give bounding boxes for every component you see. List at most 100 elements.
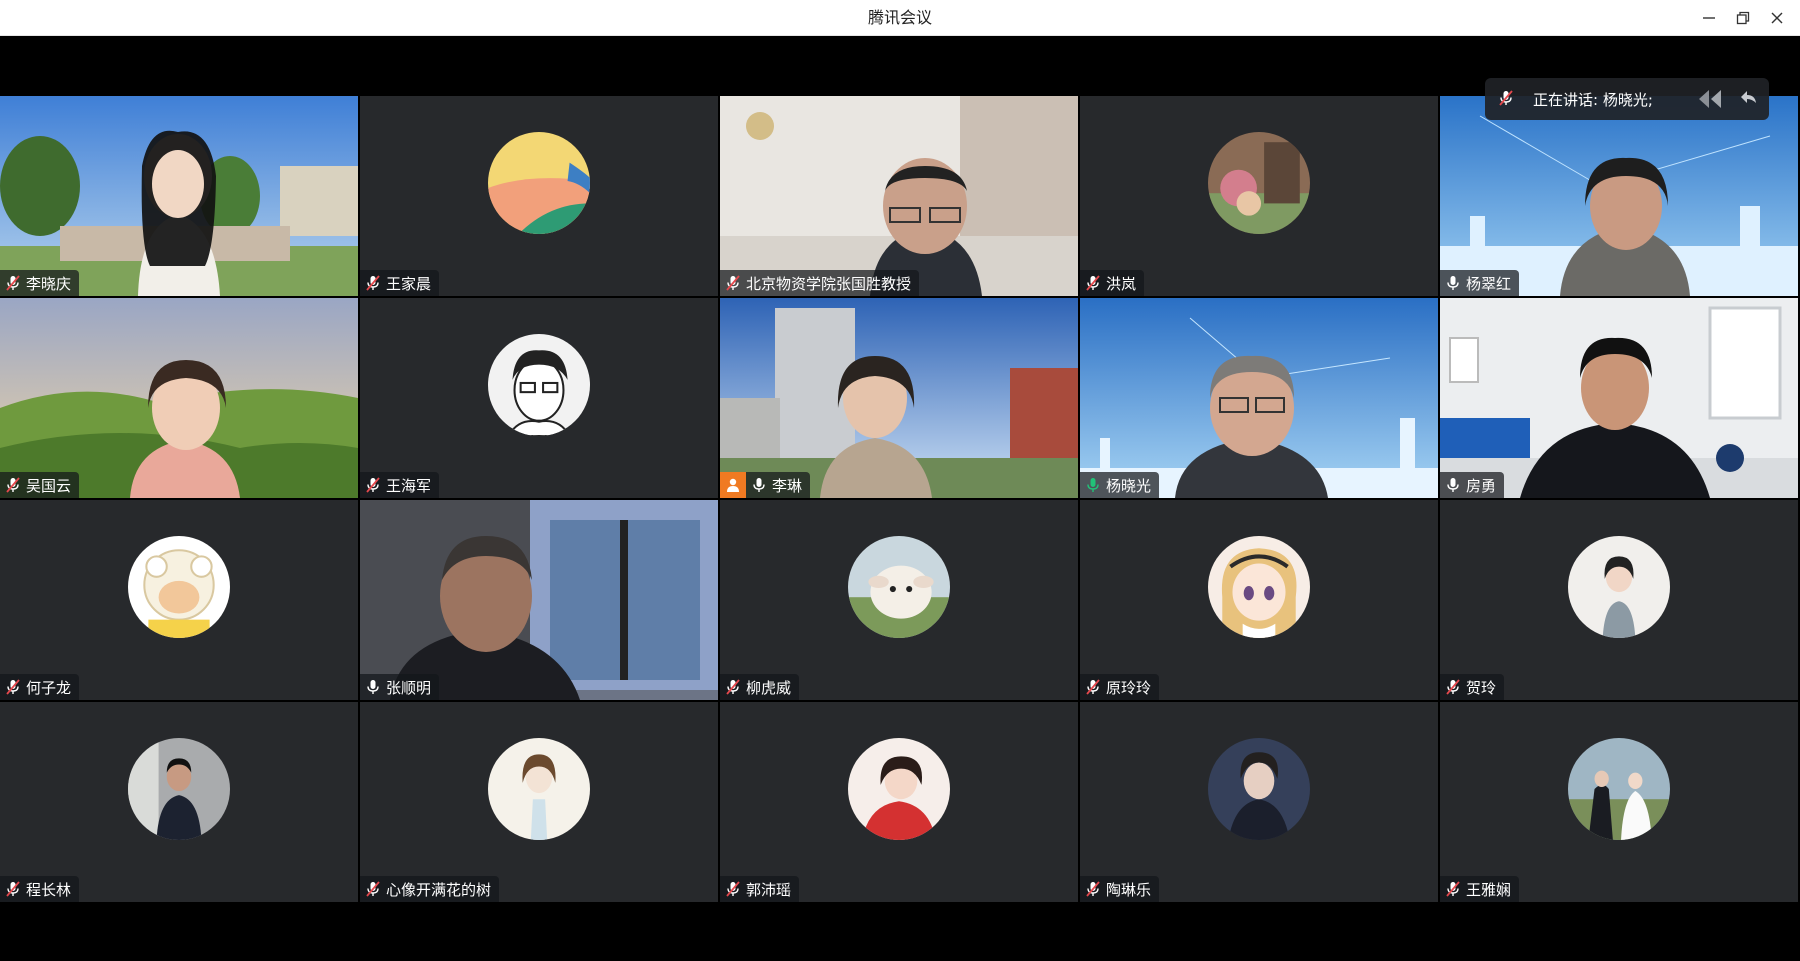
participant-name-tag: 陶琳乐	[1080, 876, 1160, 902]
participant-tile[interactable]: 程长林	[0, 702, 358, 902]
avatar	[488, 738, 590, 840]
participant-tile[interactable]: 吴国云	[0, 298, 358, 498]
participant-tile[interactable]: 郭沛瑶	[720, 702, 1078, 902]
participant-tile[interactable]: 柳虎威	[720, 500, 1078, 700]
avatar	[1208, 536, 1310, 638]
participant-video	[0, 298, 358, 498]
mic-muted-icon	[364, 274, 382, 292]
speaking-indicator: 正在讲话: 杨晓光;	[1485, 78, 1769, 120]
participant-name: 心像开满花的树	[386, 880, 492, 899]
participant-name: 洪岚	[1106, 274, 1137, 293]
participant-tile[interactable]: 王家晨	[360, 96, 718, 296]
participant-name-tag: 洪岚	[1080, 270, 1145, 296]
speaking-actions	[1697, 88, 1759, 110]
avatar	[1568, 738, 1670, 840]
mic-muted-icon	[1084, 880, 1102, 898]
participant-tile[interactable]: 李琳	[720, 298, 1078, 498]
participant-tile[interactable]: 北京物资学院张国胜教授	[720, 96, 1078, 296]
participant-name-tag: 柳虎威	[720, 674, 800, 700]
participant-name-tag: 原玲玲	[1080, 674, 1160, 700]
participant-tile[interactable]: 贺玲	[1440, 500, 1798, 700]
mic-muted-icon	[724, 678, 742, 696]
avatar	[848, 738, 950, 840]
participant-name: 原玲玲	[1106, 678, 1152, 697]
restore-icon	[1736, 11, 1750, 25]
participant-name-tag: 房勇	[1440, 472, 1505, 498]
participant-tile[interactable]: 何子龙	[0, 500, 358, 700]
restore-button[interactable]	[1728, 4, 1758, 32]
mic-on-icon	[1444, 274, 1462, 292]
participant-name-tag: 李琳	[720, 472, 811, 498]
gallery-grid: 李晓庆 王家晨 北京物资学院张国胜教授 洪岚 杨翠红 吴国云 王海军 李琳 杨晓…	[0, 96, 1800, 904]
participant-tile[interactable]: 张顺明	[360, 500, 718, 700]
minimize-button[interactable]	[1694, 4, 1724, 32]
participant-name: 何子龙	[26, 678, 72, 697]
participant-name-tag: 程长林	[0, 876, 80, 902]
window-controls	[1694, 0, 1792, 36]
window-title: 腾讯会议	[867, 8, 932, 27]
participant-tile[interactable]: 洪岚	[1080, 96, 1438, 296]
participant-tile[interactable]: 原玲玲	[1080, 500, 1438, 700]
mic-on-icon	[364, 678, 382, 696]
avatar	[128, 536, 230, 638]
participant-video	[360, 500, 718, 700]
participant-tile[interactable]: 李晓庆	[0, 96, 358, 296]
participant-video	[720, 298, 1078, 498]
undo-arrow-icon[interactable]	[1737, 88, 1759, 110]
participant-name-tag: 杨晓光	[1080, 472, 1160, 498]
participant-video	[720, 96, 1078, 296]
participant-name: 李琳	[772, 476, 803, 495]
avatar	[848, 536, 950, 638]
participant-name-tag: 郭沛瑶	[720, 876, 800, 902]
participant-tile[interactable]: 陶琳乐	[1080, 702, 1438, 902]
participant-name-tag: 北京物资学院张国胜教授	[720, 270, 920, 296]
collapse-arrows-icon[interactable]	[1697, 88, 1733, 110]
avatar	[488, 334, 590, 436]
mic-on-icon	[1444, 476, 1462, 494]
participant-name-tag: 张顺明	[360, 674, 440, 700]
participant-name-tag: 王家晨	[360, 270, 440, 296]
participant-name: 程长林	[26, 880, 72, 899]
mic-on-icon	[750, 476, 768, 494]
participant-name: 李晓庆	[26, 274, 72, 293]
avatar	[1208, 132, 1310, 234]
participant-name-tag: 王海军	[360, 472, 440, 498]
participant-name-tag: 何子龙	[0, 674, 80, 700]
mic-muted-icon	[724, 880, 742, 898]
mic-muted-icon	[4, 880, 22, 898]
mic-muted-icon	[364, 880, 382, 898]
mic-muted-icon	[4, 678, 22, 696]
participant-video	[1080, 298, 1438, 498]
participant-name: 柳虎威	[746, 678, 792, 697]
participant-tile[interactable]: 杨翠红	[1440, 96, 1798, 296]
close-icon	[1771, 12, 1783, 24]
participant-video	[0, 96, 358, 296]
participant-name: 杨晓光	[1106, 476, 1152, 495]
participant-tile[interactable]: 王雅娴	[1440, 702, 1798, 902]
title-bar: 腾讯会议	[0, 0, 1800, 36]
participant-name-tag: 杨翠红	[1440, 270, 1520, 296]
avatar	[128, 738, 230, 840]
participant-name: 陶琳乐	[1106, 880, 1152, 899]
mic-muted-icon	[364, 476, 382, 494]
avatar	[1568, 536, 1670, 638]
mic-muted-icon	[4, 274, 22, 292]
participant-name: 北京物资学院张国胜教授	[746, 274, 912, 293]
avatar	[488, 132, 590, 234]
mic-muted-icon	[4, 476, 22, 494]
participant-tile[interactable]: 心像开满花的树	[360, 702, 718, 902]
participant-name: 王海军	[386, 476, 432, 495]
participant-tile[interactable]: 房勇	[1440, 298, 1798, 498]
participant-name-tag: 心像开满花的树	[360, 876, 500, 902]
participant-name-tag: 吴国云	[0, 472, 80, 498]
participant-tile[interactable]: 王海军	[360, 298, 718, 498]
participant-name: 王家晨	[386, 274, 432, 293]
participant-name-tag: 李晓庆	[0, 270, 80, 296]
mic-muted-icon	[1444, 880, 1462, 898]
mic-muted-icon	[1084, 274, 1102, 292]
close-button[interactable]	[1762, 4, 1792, 32]
speaking-label: 正在讲话: 杨晓光;	[1533, 90, 1653, 109]
host-badge-icon	[720, 472, 746, 498]
participant-tile-active-speaker[interactable]: 杨晓光	[1080, 298, 1438, 498]
participant-name: 贺玲	[1466, 678, 1497, 697]
